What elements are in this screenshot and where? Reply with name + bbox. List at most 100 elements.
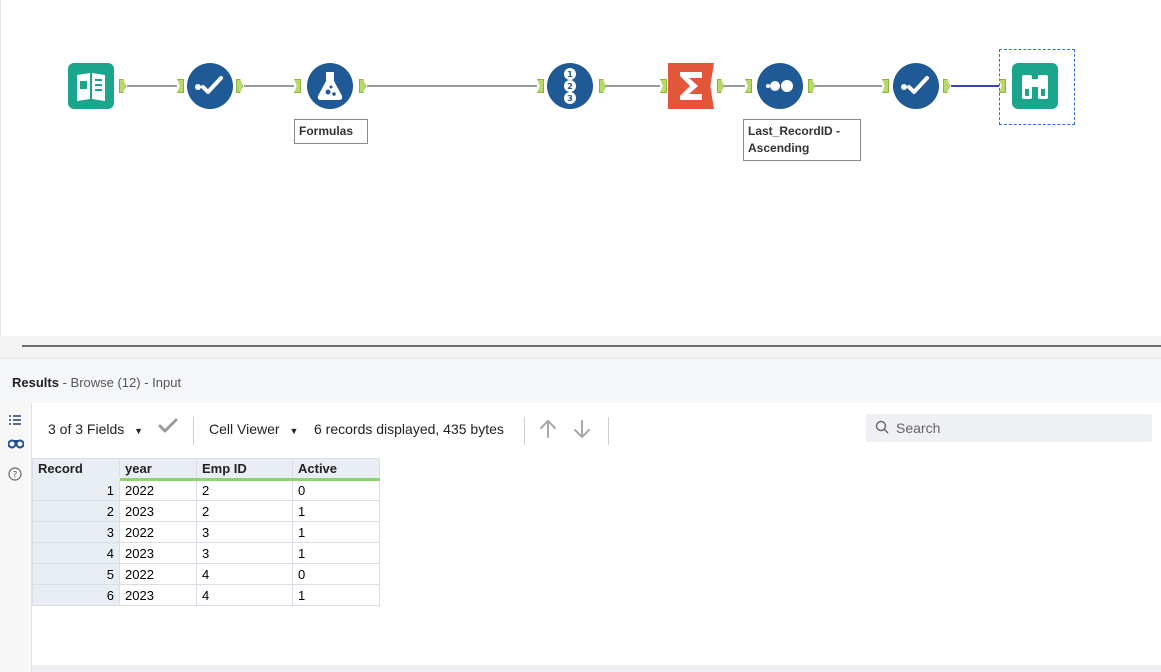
toolbar-divider (524, 417, 525, 445)
table-row[interactable]: 2 2023 2 1 (32, 500, 380, 522)
connection-wire (127, 85, 177, 87)
column-header-record[interactable]: Record (32, 458, 120, 481)
results-subtitle: - Browse (12) - Input (58, 375, 182, 390)
column-header-year[interactable]: year (119, 458, 197, 481)
summarize-tool[interactable] (668, 63, 714, 109)
fields-dropdown-label: 3 of 3 Fields (48, 421, 125, 437)
results-header: Results - Browse (12) - Input (0, 358, 1161, 404)
chevron-down-icon: ▼ (289, 426, 299, 436)
table-row[interactable]: 6 2023 4 1 (32, 584, 380, 606)
record-cell: 2 (32, 500, 120, 522)
year-cell[interactable]: 2023 (119, 542, 197, 564)
workflow-canvas[interactable]: Formulas 1 2 3 Last_RecordID - Ascending (0, 0, 1161, 336)
search-placeholder: Search (896, 420, 941, 436)
help-icon[interactable]: ? (8, 467, 24, 483)
active-cell[interactable]: 0 (292, 563, 380, 585)
summarize-sigma-icon (668, 63, 714, 109)
active-cell[interactable]: 1 (292, 542, 380, 564)
column-header-active[interactable]: Active (292, 458, 380, 481)
search-icon (875, 420, 889, 434)
year-cell[interactable]: 2022 (119, 479, 197, 501)
horizontal-scrollbar[interactable] (32, 665, 1161, 672)
browse-binoculars-icon (1012, 63, 1058, 109)
input-data-tool[interactable] (68, 63, 114, 109)
input-data-book-icon (68, 63, 114, 109)
emp-id-cell[interactable]: 3 (196, 521, 293, 543)
input-anchor[interactable] (537, 79, 544, 93)
table-row[interactable]: 4 2023 3 1 (32, 542, 380, 564)
emp-id-cell[interactable]: 3 (196, 542, 293, 564)
results-label: Results (12, 375, 59, 390)
browse-tool[interactable] (1012, 63, 1058, 109)
emp-id-cell[interactable]: 4 (196, 584, 293, 606)
table-row[interactable]: 1 2022 2 0 (32, 479, 380, 501)
arrow-down-icon[interactable] (571, 418, 593, 440)
year-cell[interactable]: 2023 (119, 584, 197, 606)
toolbar-divider (608, 417, 609, 445)
sample-dots-icon (757, 63, 803, 109)
input-anchor[interactable] (882, 79, 889, 93)
output-anchor[interactable] (236, 79, 243, 93)
record-cell: 3 (32, 521, 120, 543)
output-anchor[interactable] (943, 79, 950, 93)
year-cell[interactable]: 2023 (119, 500, 197, 522)
input-anchor[interactable] (294, 79, 301, 93)
connection-wire (367, 85, 537, 87)
fields-dropdown[interactable]: 3 of 3 Fields ▼ (48, 421, 143, 437)
svg-text:?: ? (13, 471, 18, 481)
cell-viewer-label: Cell Viewer (209, 421, 280, 437)
list-icon[interactable] (8, 413, 24, 429)
connection-wire (723, 85, 745, 87)
active-cell[interactable]: 1 (292, 500, 380, 522)
table-row[interactable]: 3 2022 3 1 (32, 521, 380, 543)
apply-check-icon[interactable] (158, 417, 178, 435)
select-check-icon (893, 63, 939, 109)
year-cell[interactable]: 2022 (119, 563, 197, 585)
output-anchor[interactable] (808, 79, 815, 93)
connection-wire (605, 85, 660, 87)
cell-viewer-dropdown[interactable]: Cell Viewer ▼ (209, 421, 298, 437)
sample-label-line1: Last_RecordID - (748, 124, 841, 138)
binoculars-icon[interactable] (8, 437, 24, 453)
select-check-icon (187, 63, 233, 109)
svg-text:2: 2 (567, 82, 573, 91)
record-cell: 5 (32, 563, 120, 585)
formula-flask-icon (307, 63, 353, 109)
results-toolbar: 3 of 3 Fields ▼ Cell Viewer ▼ 6 records … (32, 403, 1161, 455)
output-anchor[interactable] (359, 79, 366, 93)
chevron-down-icon: ▼ (134, 426, 144, 436)
formula-tool[interactable] (307, 63, 353, 109)
input-anchor[interactable] (177, 79, 184, 93)
sample-label-line2: Ascending (748, 141, 810, 155)
search-input[interactable]: Search (866, 414, 1152, 442)
splitter-line (22, 345, 1161, 347)
results-side-rail: ? (0, 403, 32, 672)
toolbar-divider (193, 417, 194, 445)
connection-wire (815, 85, 882, 87)
active-cell[interactable]: 1 (292, 584, 380, 606)
record-id-tool[interactable]: 1 2 3 (547, 63, 593, 109)
panel-splitter[interactable] (0, 336, 1161, 358)
select-tool[interactable] (893, 63, 939, 109)
emp-id-cell[interactable]: 2 (196, 479, 293, 501)
output-anchor[interactable] (119, 79, 126, 93)
emp-id-cell[interactable]: 4 (196, 563, 293, 585)
input-anchor[interactable] (660, 79, 667, 93)
table-header-row: Record year Emp ID Active (32, 458, 380, 481)
sample-tool-label: Last_RecordID - Ascending (743, 119, 861, 161)
active-cell[interactable]: 0 (292, 479, 380, 501)
select-tool[interactable] (187, 63, 233, 109)
input-anchor[interactable] (745, 79, 752, 93)
formula-tool-label: Formulas (294, 119, 368, 144)
arrow-up-icon[interactable] (537, 418, 559, 440)
active-cell[interactable]: 1 (292, 521, 380, 543)
table-row[interactable]: 5 2022 4 0 (32, 563, 380, 585)
column-header-emp-id[interactable]: Emp ID (196, 458, 293, 481)
svg-text:1: 1 (567, 70, 573, 79)
output-anchor[interactable] (599, 79, 606, 93)
output-anchor[interactable] (717, 79, 724, 93)
sample-tool[interactable] (757, 63, 803, 109)
svg-text:3: 3 (567, 94, 573, 103)
emp-id-cell[interactable]: 2 (196, 500, 293, 522)
year-cell[interactable]: 2022 (119, 521, 197, 543)
